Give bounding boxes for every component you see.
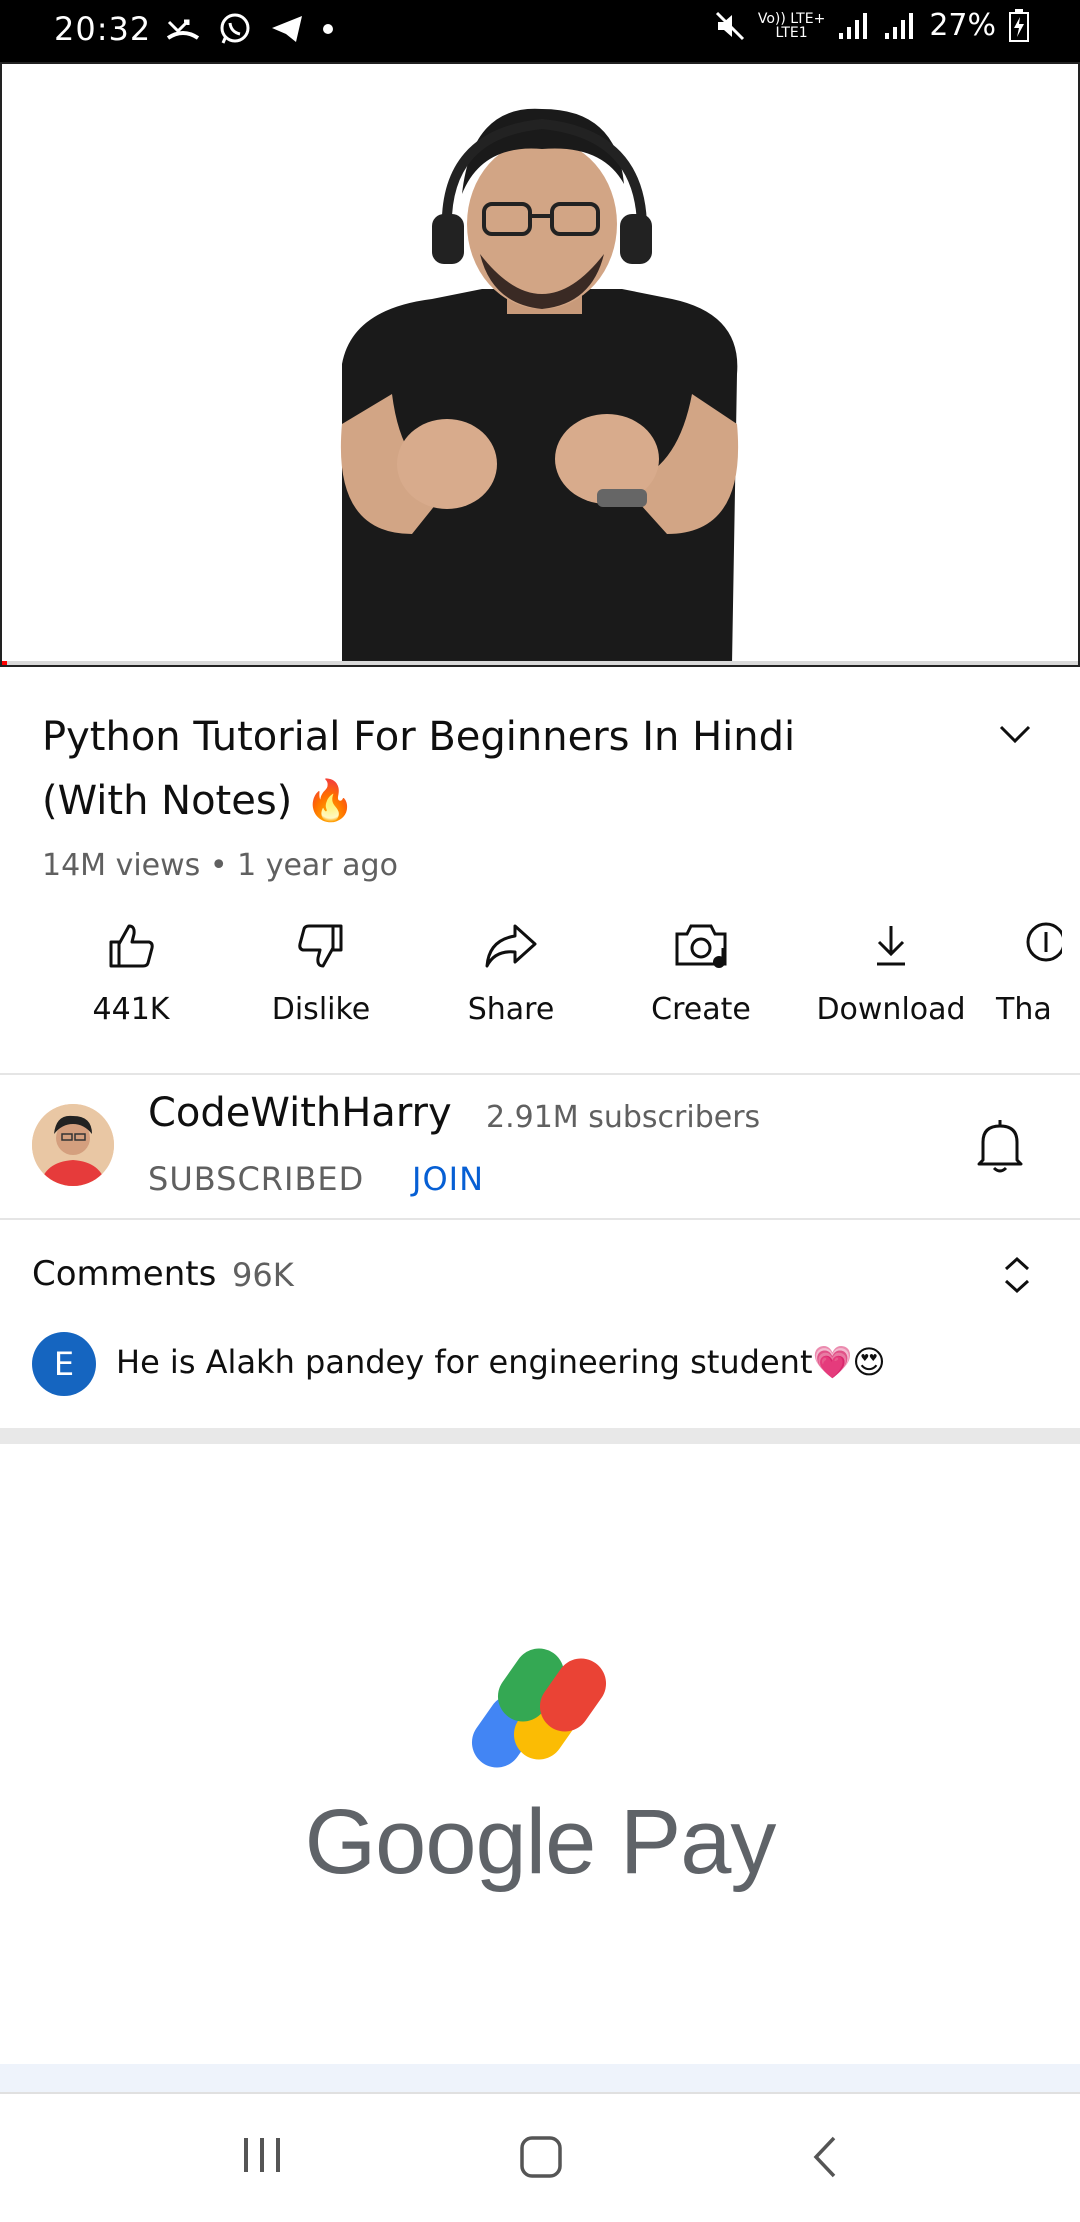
video-title[interactable]: Python Tutorial For Beginners In Hindi (… [42, 705, 972, 833]
ad-banner[interactable] [0, 1444, 1080, 2064]
dot-icon [323, 24, 333, 34]
presenter-thumbnail [340, 108, 739, 664]
section-separator [0, 1428, 1080, 1444]
comments-title[interactable]: Comments [32, 1254, 216, 1294]
video-progress-bar[interactable] [2, 661, 1078, 665]
download-button[interactable]: Download [806, 920, 976, 1027]
notification-icons [166, 12, 334, 46]
bell-icon[interactable] [975, 1118, 1025, 1174]
action-row: 441K Dislike Share Create Download Tha [0, 920, 1080, 1040]
dislike-label: Dislike [271, 992, 371, 1027]
video-progress-fill [2, 661, 8, 665]
top-comment-text[interactable]: He is Alakh pandey for engineering stude… [116, 1343, 886, 1381]
system-navigation-bar [0, 2092, 1080, 2222]
join-button[interactable]: JOIN [412, 1160, 484, 1198]
channel-avatar[interactable] [32, 1104, 114, 1186]
download-label: Download [816, 992, 966, 1027]
subscriber-count: 2.91M subscribers [486, 1100, 761, 1135]
status-right: Vo)) LTE+ LTE1 27% [714, 8, 1030, 43]
status-bar: 20:32 Vo)) LTE+ LTE1 27% [0, 0, 1080, 62]
create-button[interactable]: Create [616, 920, 786, 1027]
status-time: 20:32 [54, 10, 152, 48]
back-icon[interactable] [806, 2134, 846, 2180]
comment-avatar[interactable]: E [32, 1332, 96, 1396]
divider [0, 1073, 1080, 1075]
google-pay-logo-icon [471, 1648, 607, 1768]
fire-emoji: 🔥 [305, 778, 355, 824]
like-button[interactable]: 441K [46, 920, 216, 1027]
missed-call-icon [166, 19, 200, 40]
video-player[interactable] [0, 62, 1080, 667]
thanks-icon [1026, 922, 1062, 962]
create-label: Create [651, 992, 751, 1027]
share-button[interactable]: Share [426, 920, 596, 1027]
battery-percent: 27% [929, 8, 996, 43]
share-label: Share [467, 992, 555, 1027]
create-icon [675, 924, 727, 968]
telegram-icon [272, 16, 302, 42]
dislike-button[interactable]: Dislike [236, 920, 406, 1027]
signal-icon-2 [885, 12, 914, 39]
ad-footer-strip [0, 2064, 1080, 2092]
comments-count: 96K [232, 1256, 294, 1294]
network-type: Vo)) LTE+ LTE1 [757, 10, 826, 41]
mute-icon [715, 11, 744, 40]
battery-charging-icon [1009, 8, 1029, 42]
whatsapp-icon [220, 13, 250, 44]
video-meta: 14M views • 1 year ago [42, 848, 398, 883]
divider [0, 1218, 1080, 1220]
subscribed-button[interactable]: SUBSCRIBED [148, 1160, 364, 1198]
signal-icon [839, 12, 868, 39]
like-count: 441K [92, 992, 170, 1027]
share-icon [485, 924, 537, 968]
dislike-icon [298, 924, 343, 968]
home-icon[interactable] [518, 2134, 564, 2180]
channel-name[interactable]: CodeWithHarry [148, 1090, 452, 1136]
like-icon [109, 924, 154, 968]
thanks-label: Tha [996, 992, 1052, 1027]
chevron-down-icon[interactable] [995, 715, 1035, 755]
download-icon [877, 926, 905, 966]
recent-apps-icon[interactable] [240, 2134, 286, 2174]
expand-collapse-icon[interactable] [1000, 1253, 1034, 1297]
thanks-button[interactable]: Tha [996, 920, 1080, 1027]
google-pay-wordmark: Google Pay [304, 1791, 777, 1893]
